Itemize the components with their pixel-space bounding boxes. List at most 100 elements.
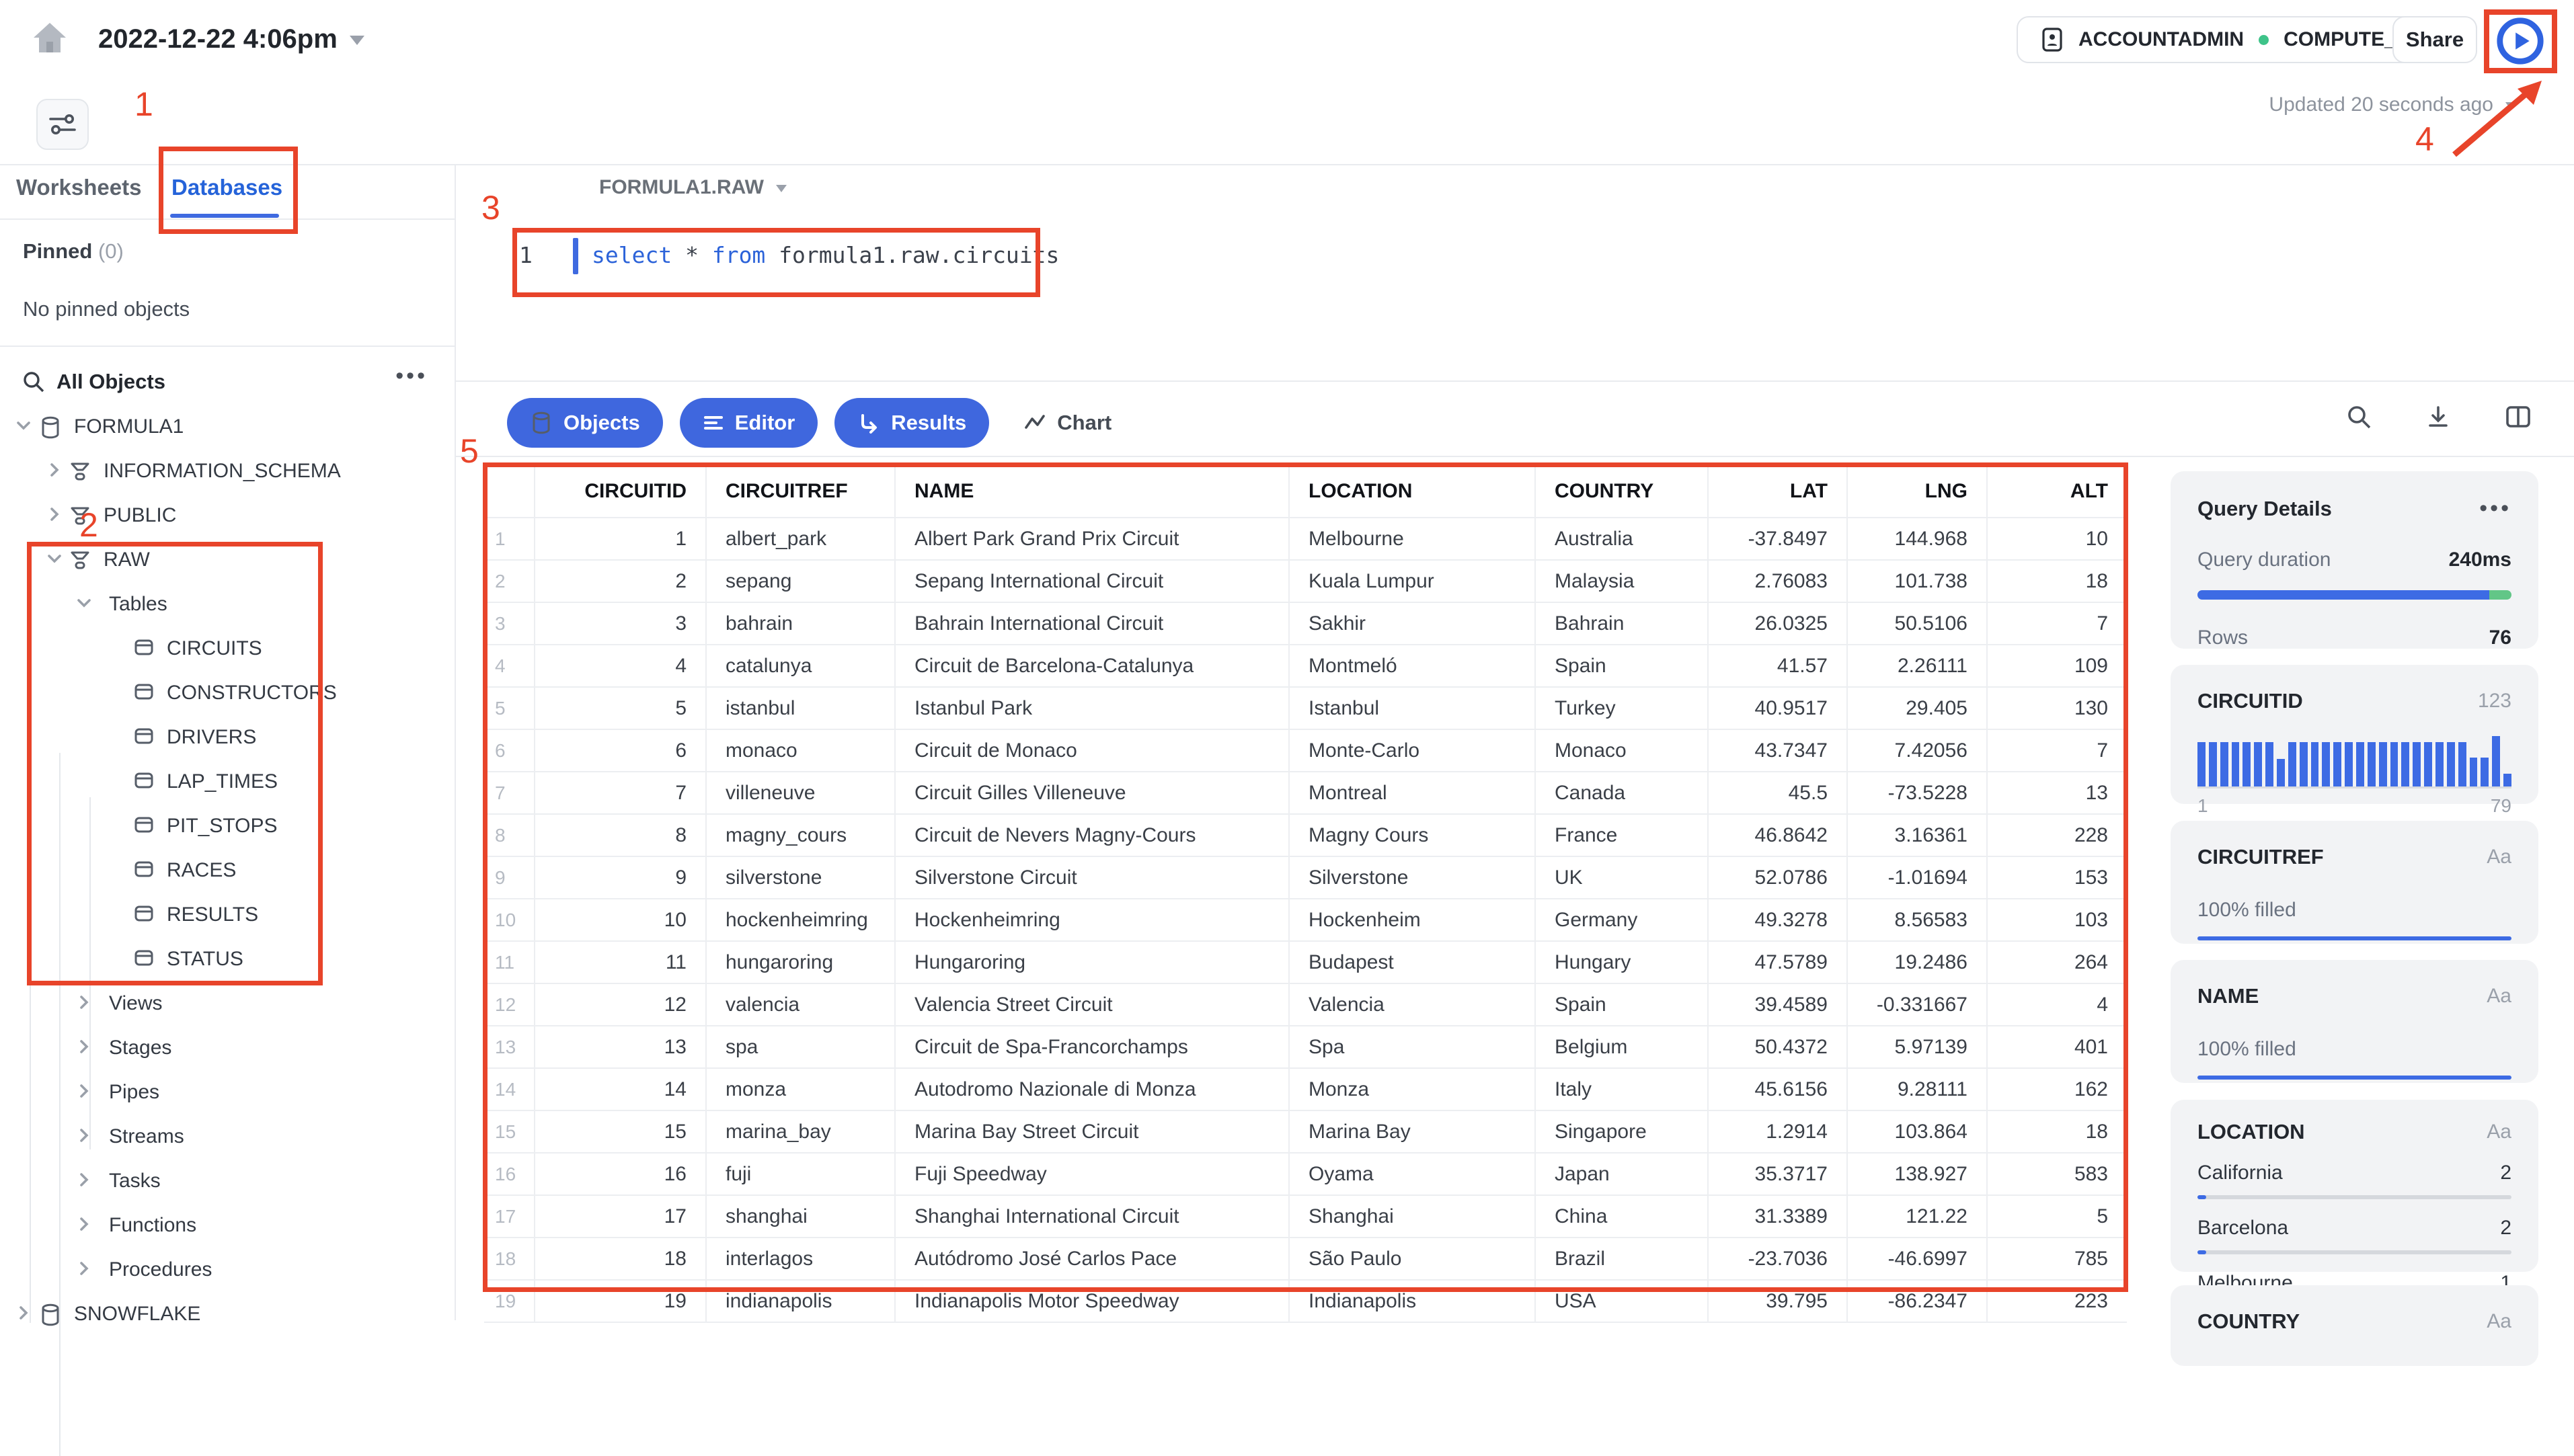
table-cell[interactable]: 223 <box>1986 1279 2127 1323</box>
row-number-cell[interactable]: 7 <box>484 771 535 815</box>
table-cell[interactable]: Hockenheim <box>1288 898 1536 942</box>
table-cell[interactable]: -86.2347 <box>1846 1279 1988 1323</box>
table-cell[interactable]: 109 <box>1986 644 2127 688</box>
table-cell[interactable]: sepang <box>705 559 896 603</box>
table-row[interactable]: 18 18 interlagos Autódromo José Carlos Pace… <box>484 1237 2127 1281</box>
table-cell[interactable]: 2.76083 <box>1707 559 1848 603</box>
table-cell[interactable]: Valencia <box>1288 983 1536 1026</box>
table-cell[interactable]: 9.28111 <box>1846 1067 1988 1111</box>
table-cell[interactable]: 2 <box>534 559 707 603</box>
column-header-circuitid[interactable]: CIRCUITID <box>534 465 707 518</box>
table-cell[interactable]: USA <box>1534 1279 1709 1323</box>
table-row[interactable]: 11 11 hungaroring Hungaroring Budapest Hungar… <box>484 940 2127 984</box>
table-cell[interactable]: Turkey <box>1534 686 1709 730</box>
chevron-right-icon[interactable] <box>74 1214 94 1234</box>
search-input[interactable]: All Objects <box>56 370 165 394</box>
table-cell[interactable]: valencia <box>705 983 896 1026</box>
tree-item-results[interactable]: RESULTS <box>0 894 455 938</box>
row-number-cell[interactable]: 6 <box>484 729 535 772</box>
table-row[interactable]: 19 19 indianapolis Indianapolis Motor Speed… <box>484 1279 2127 1323</box>
tree-item-views[interactable]: Views <box>0 983 455 1027</box>
run-button[interactable] <box>2492 16 2548 66</box>
tree-item-tasks[interactable]: Tasks <box>0 1160 455 1205</box>
table-cell[interactable]: 103 <box>1986 898 2127 942</box>
table-cell[interactable]: Marina Bay Street Circuit <box>894 1110 1290 1154</box>
table-cell[interactable]: 12 <box>534 983 707 1026</box>
table-row[interactable]: 8 8 magny_cours Circuit de Nevers Magny-Cou… <box>484 813 2127 857</box>
table-cell[interactable]: Bahrain <box>1534 602 1709 645</box>
table-cell[interactable]: istanbul <box>705 686 896 730</box>
table-cell[interactable]: 138.927 <box>1846 1152 1988 1196</box>
table-row[interactable]: 16 16 fuji Fuji Speedway Oyama Japan 35.3717 13… <box>484 1152 2127 1196</box>
tree-item-drivers[interactable]: DRIVERS <box>0 717 455 761</box>
row-number-cell[interactable]: 5 <box>484 686 535 730</box>
table-cell[interactable]: 19.2486 <box>1846 940 1988 984</box>
table-row[interactable]: 14 14 monza Autodromo Nazionale di Monza Mon… <box>484 1067 2127 1111</box>
table-cell[interactable]: Spain <box>1534 644 1709 688</box>
tree-item-public[interactable]: PUBLIC <box>0 495 455 539</box>
table-row[interactable]: 2 2 sepang Sepang International Circuit Kual… <box>484 559 2127 603</box>
table-cell[interactable]: UK <box>1534 856 1709 899</box>
table-cell[interactable]: 144.968 <box>1846 517 1988 561</box>
table-cell[interactable]: 5 <box>534 686 707 730</box>
table-cell[interactable]: 8.56583 <box>1846 898 1988 942</box>
tree-item-streams[interactable]: Streams <box>0 1116 455 1160</box>
tree-item-races[interactable]: RACES <box>0 850 455 894</box>
table-row[interactable]: 4 4 catalunya Circuit de Barcelona-Cataluny… <box>484 644 2127 688</box>
table-cell[interactable]: 401 <box>1986 1025 2127 1069</box>
row-number-cell[interactable]: 1 <box>484 517 535 561</box>
table-cell[interactable]: Singapore <box>1534 1110 1709 1154</box>
table-row[interactable]: 17 17 shanghai Shanghai International Circu… <box>484 1195 2127 1238</box>
tree-item-tables[interactable]: Tables <box>0 583 455 628</box>
table-cell[interactable]: 7 <box>1986 602 2127 645</box>
table-cell[interactable]: Montmeló <box>1288 644 1536 688</box>
circuitid-histogram[interactable] <box>2197 736 2512 788</box>
tree-item-stages[interactable]: Stages <box>0 1027 455 1071</box>
table-cell[interactable]: 45.6156 <box>1707 1067 1848 1111</box>
table-cell[interactable]: Malaysia <box>1534 559 1709 603</box>
table-cell[interactable]: Germany <box>1534 898 1709 942</box>
tree-item-constructors[interactable]: CONSTRUCTORS <box>0 672 455 717</box>
table-cell[interactable]: -73.5228 <box>1846 771 1988 815</box>
table-cell[interactable]: 18 <box>534 1237 707 1281</box>
objects-menu-button[interactable]: ••• <box>395 363 428 389</box>
results-table[interactable]: CIRCUITID CIRCUITREF NAME LOCATION COUNTRY LA… <box>484 465 2127 1323</box>
table-cell[interactable]: Australia <box>1534 517 1709 561</box>
table-cell[interactable]: Hockenheimring <box>894 898 1290 942</box>
table-cell[interactable]: -1.01694 <box>1846 856 1988 899</box>
table-cell[interactable]: bahrain <box>705 602 896 645</box>
table-cell[interactable]: 153 <box>1986 856 2127 899</box>
tree-item-procedures[interactable]: Procedures <box>0 1249 455 1293</box>
row-number-cell[interactable]: 18 <box>484 1237 535 1281</box>
table-cell[interactable]: Monte-Carlo <box>1288 729 1536 772</box>
table-cell[interactable]: 7.42056 <box>1846 729 1988 772</box>
table-cell[interactable]: Japan <box>1534 1152 1709 1196</box>
table-cell[interactable]: France <box>1534 813 1709 857</box>
table-cell[interactable]: 4 <box>1986 983 2127 1026</box>
table-cell[interactable]: spa <box>705 1025 896 1069</box>
table-cell[interactable]: 11 <box>534 940 707 984</box>
table-cell[interactable]: 6 <box>534 729 707 772</box>
row-number-cell[interactable]: 16 <box>484 1152 535 1196</box>
table-cell[interactable]: Indianapolis Motor Speedway <box>894 1279 1290 1323</box>
table-row[interactable]: 15 15 marina_bay Marina Bay Street Circuit M… <box>484 1110 2127 1154</box>
chevron-down-icon[interactable] <box>13 415 34 436</box>
role-warehouse-selector[interactable]: ACCOUNTADMIN COMPUTE_WH <box>2017 16 2454 63</box>
tree-item-raw[interactable]: RAW <box>0 539 455 583</box>
home-icon[interactable] <box>31 20 69 55</box>
table-cell[interactable]: hockenheimring <box>705 898 896 942</box>
worksheet-title[interactable]: 2022-12-22 4:06pm <box>98 24 364 54</box>
table-cell[interactable]: Autódromo José Carlos Pace <box>894 1237 1290 1281</box>
table-cell[interactable]: 35.3717 <box>1707 1152 1848 1196</box>
table-cell[interactable]: 46.8642 <box>1707 813 1848 857</box>
tree-item-pit_stops[interactable]: PIT_STOPS <box>0 805 455 850</box>
chevron-down-icon[interactable] <box>44 549 65 569</box>
table-cell[interactable]: Budapest <box>1288 940 1536 984</box>
table-cell[interactable]: albert_park <box>705 517 896 561</box>
chevron-right-icon[interactable] <box>74 1125 94 1145</box>
table-cell[interactable]: Istanbul <box>1288 686 1536 730</box>
table-cell[interactable]: -23.7036 <box>1707 1237 1848 1281</box>
worksheet-context-tab[interactable]: FORMULA1.RAW <box>599 176 787 199</box>
table-cell[interactable]: 26.0325 <box>1707 602 1848 645</box>
row-number-cell[interactable]: 13 <box>484 1025 535 1069</box>
